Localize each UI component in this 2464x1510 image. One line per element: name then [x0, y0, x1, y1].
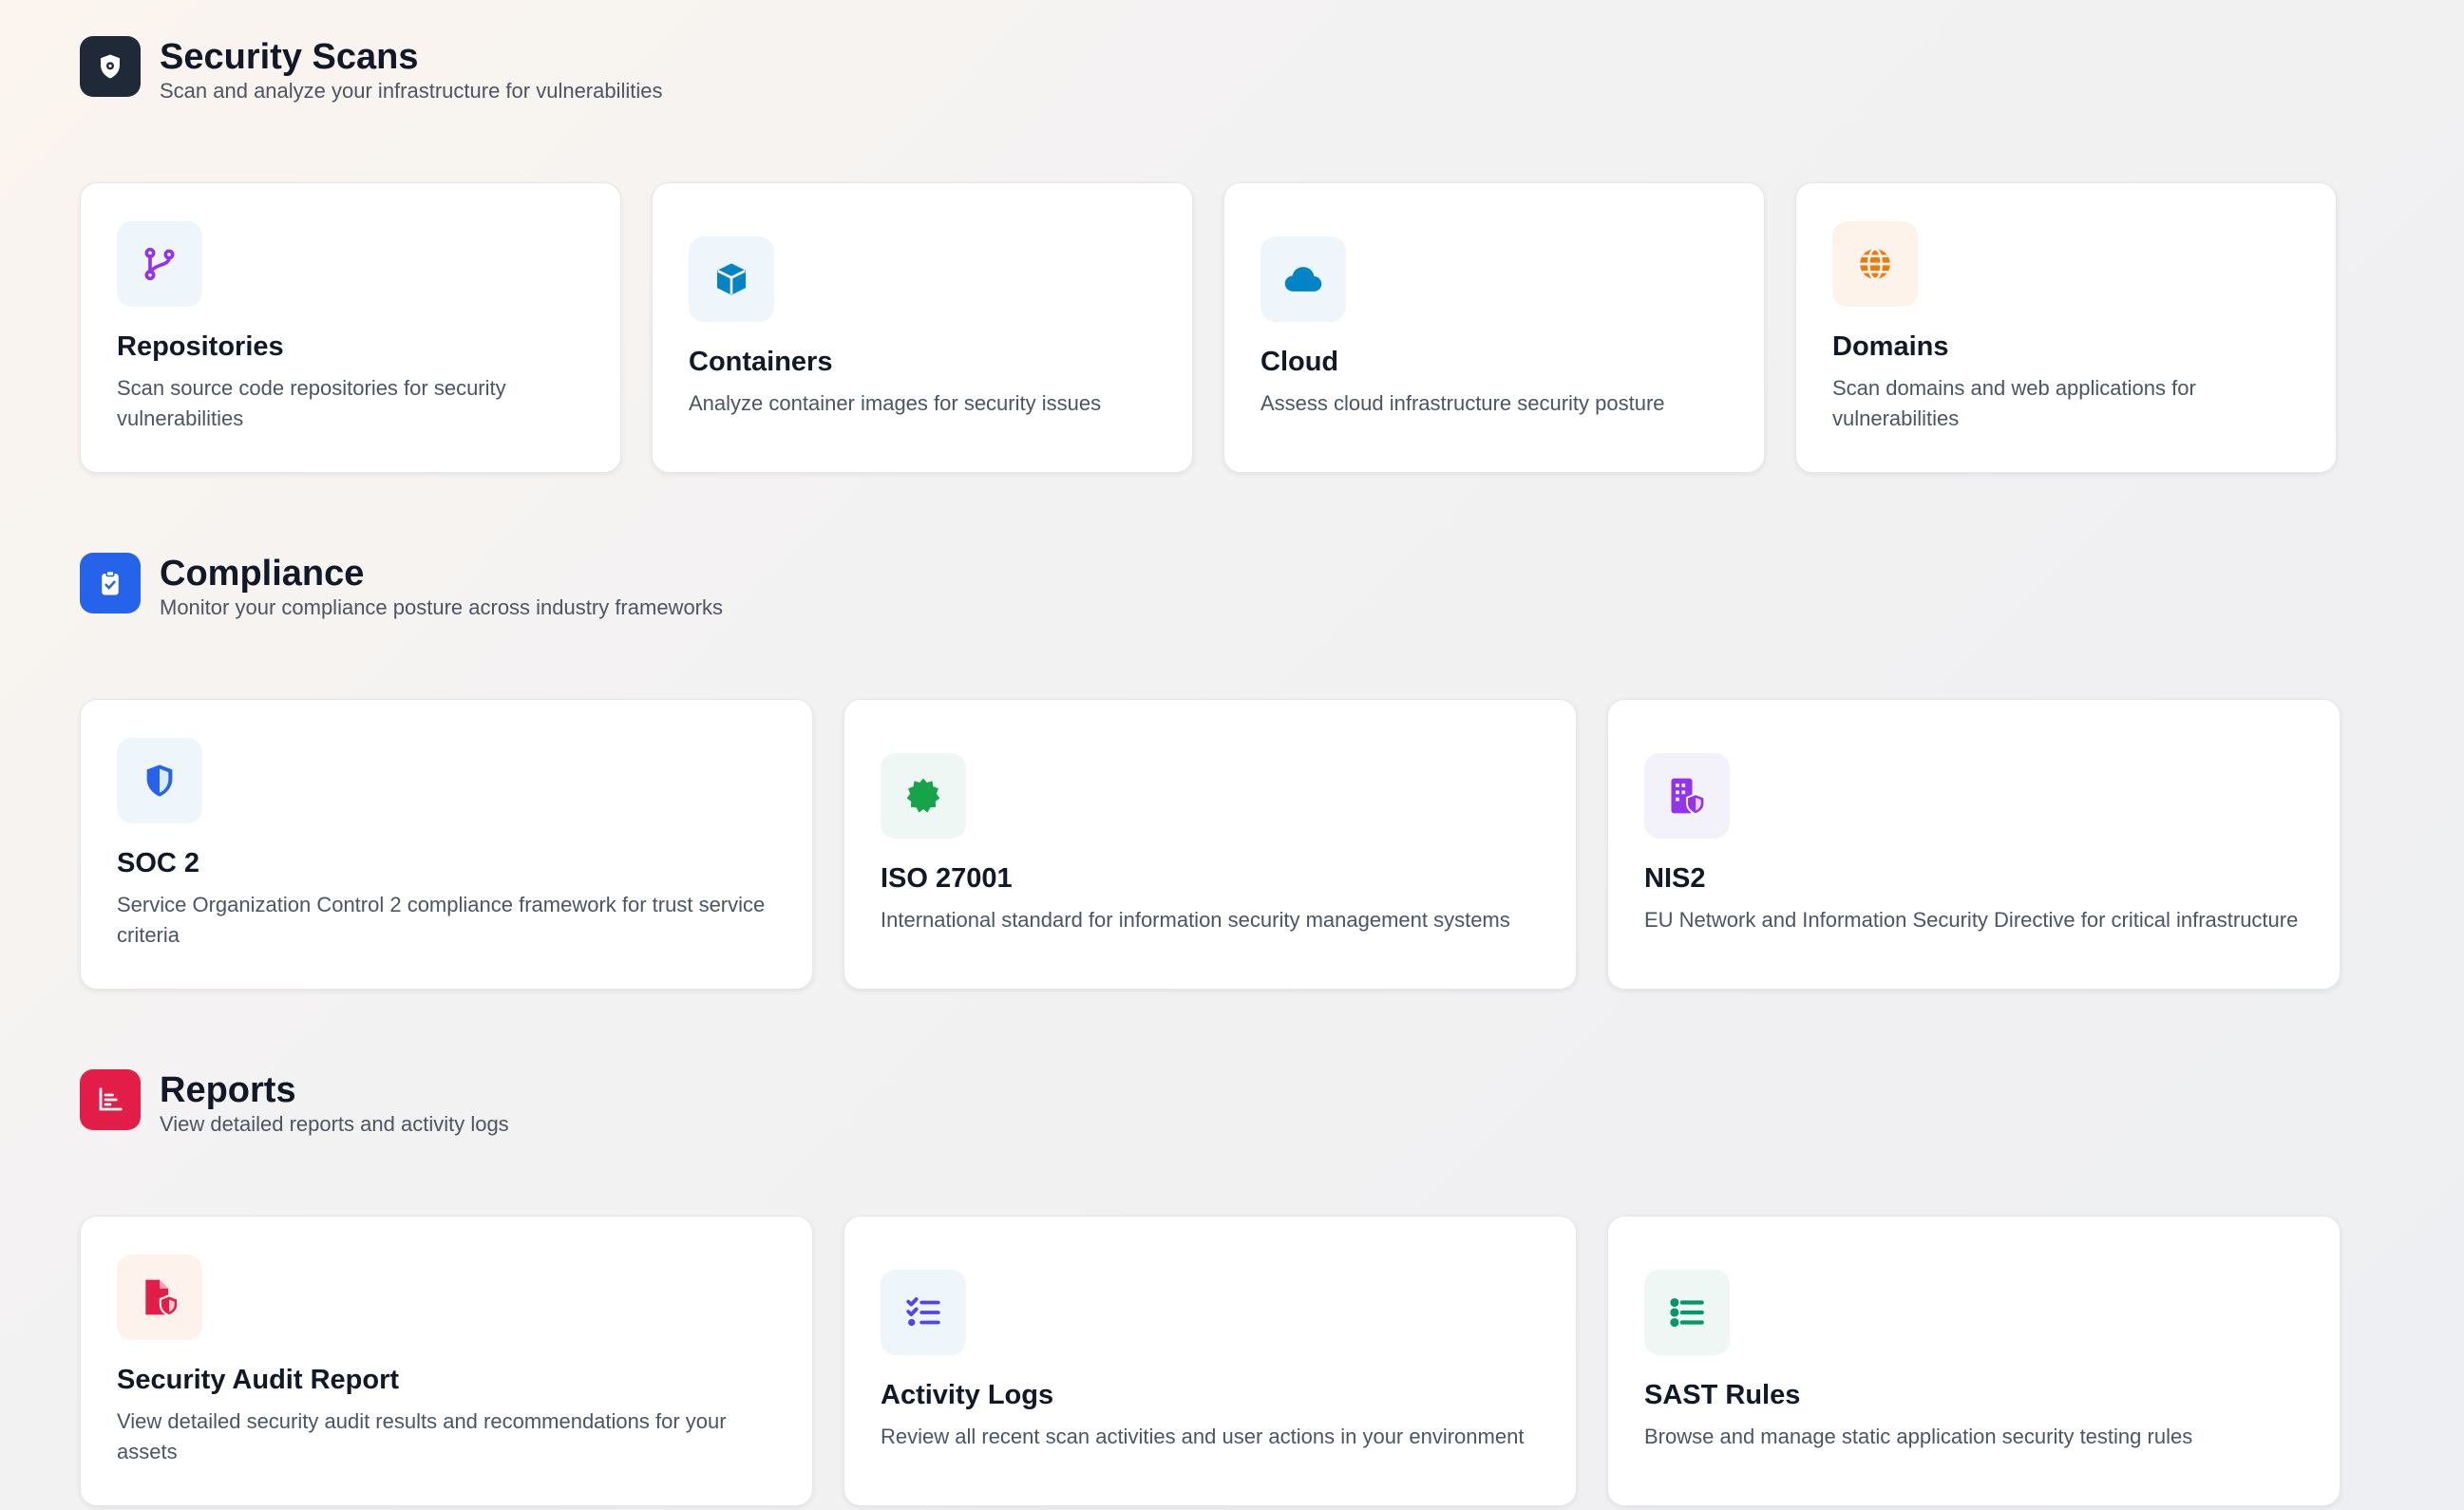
security-scans-section: Security Scans Scan and analyze your inf…: [80, 36, 2341, 473]
list-check-icon: [881, 1270, 966, 1355]
card-description: Scan source code repositories for securi…: [117, 376, 506, 430]
card-title: Domains: [1832, 331, 1949, 362]
dashboard-page: Security Scans Scan and analyze your inf…: [0, 0, 2341, 1506]
card-description: Scan domains and web applications for vu…: [1832, 376, 2196, 430]
card-title: Security Audit Report: [117, 1365, 400, 1395]
cube-icon: [689, 236, 774, 322]
card-security-audit-report[interactable]: Security Audit Report View detailed secu…: [80, 1216, 813, 1506]
reports-section: Reports View detailed reports and activi…: [80, 1069, 2341, 1506]
report-cards: Security Audit Report View detailed secu…: [80, 1216, 2341, 1506]
card-description: Analyze container images for security is…: [689, 391, 1102, 415]
section-subtitle: Monitor your compliance posture across i…: [160, 595, 724, 619]
badge-icon: [881, 753, 966, 839]
card-description: EU Network and Information Security Dire…: [1644, 908, 2299, 932]
section-subtitle: View detailed reports and activity logs: [160, 1112, 509, 1136]
globe-icon: [1832, 221, 1918, 307]
card-title: SAST Rules: [1644, 1380, 1801, 1410]
card-description: Service Organization Control 2 complianc…: [117, 893, 766, 947]
section-header: Compliance Monitor your compliance postu…: [80, 553, 2341, 619]
section-title: Reports: [160, 1070, 296, 1110]
scan-cards: Repositories Scan source code repositori…: [80, 182, 2341, 473]
card-description: International standard for information s…: [881, 908, 1510, 932]
card-title: SOC 2: [117, 848, 200, 878]
card-title: NIS2: [1644, 863, 1706, 894]
card-cloud[interactable]: Cloud Assess cloud infrastructure securi…: [1223, 182, 1765, 473]
building-shield-icon: [1644, 753, 1730, 839]
section-title: Compliance: [160, 554, 365, 594]
card-containers[interactable]: Containers Analyze container images for …: [652, 182, 1193, 473]
card-description: Browse and manage static application sec…: [1644, 1425, 2193, 1448]
card-description: Assess cloud infrastructure security pos…: [1260, 391, 1665, 415]
card-title: ISO 27001: [881, 863, 1013, 894]
card-title: Activity Logs: [881, 1380, 1054, 1410]
card-description: View detailed security audit results and…: [117, 1409, 727, 1463]
compliance-cards: SOC 2 Service Organization Control 2 com…: [80, 699, 2341, 990]
card-nis2[interactable]: NIS2 EU Network and Information Security…: [1607, 699, 2341, 990]
card-title: Cloud: [1260, 347, 1339, 377]
section-subtitle: Scan and analyze your infrastructure for…: [160, 79, 663, 103]
card-iso27001[interactable]: ISO 27001 International standard for inf…: [843, 699, 1577, 990]
card-activity-logs[interactable]: Activity Logs Review all recent scan act…: [843, 1216, 1577, 1506]
card-description: Review all recent scan activities and us…: [881, 1425, 1525, 1448]
file-shield-icon: [117, 1255, 202, 1340]
card-soc2[interactable]: SOC 2 Service Organization Control 2 com…: [80, 699, 813, 990]
section-header: Reports View detailed reports and activi…: [80, 1069, 2341, 1136]
shield-half-icon: [117, 738, 202, 823]
clipboard-check-icon: [80, 553, 141, 613]
chart-icon: [80, 1069, 141, 1130]
card-title: Repositories: [117, 331, 284, 362]
card-domains[interactable]: Domains Scan domains and web application…: [1795, 182, 2337, 473]
card-sast-rules[interactable]: SAST Rules Browse and manage static appl…: [1607, 1216, 2341, 1506]
card-repositories[interactable]: Repositories Scan source code repositori…: [80, 182, 621, 473]
shield-icon: [80, 36, 141, 97]
git-branch-icon: [117, 221, 202, 307]
list-icon: [1644, 1270, 1730, 1355]
compliance-section: Compliance Monitor your compliance postu…: [80, 553, 2341, 990]
card-title: Containers: [689, 347, 833, 377]
section-title: Security Scans: [160, 37, 419, 77]
section-header: Security Scans Scan and analyze your inf…: [80, 36, 2341, 103]
cloud-icon: [1260, 236, 1346, 322]
